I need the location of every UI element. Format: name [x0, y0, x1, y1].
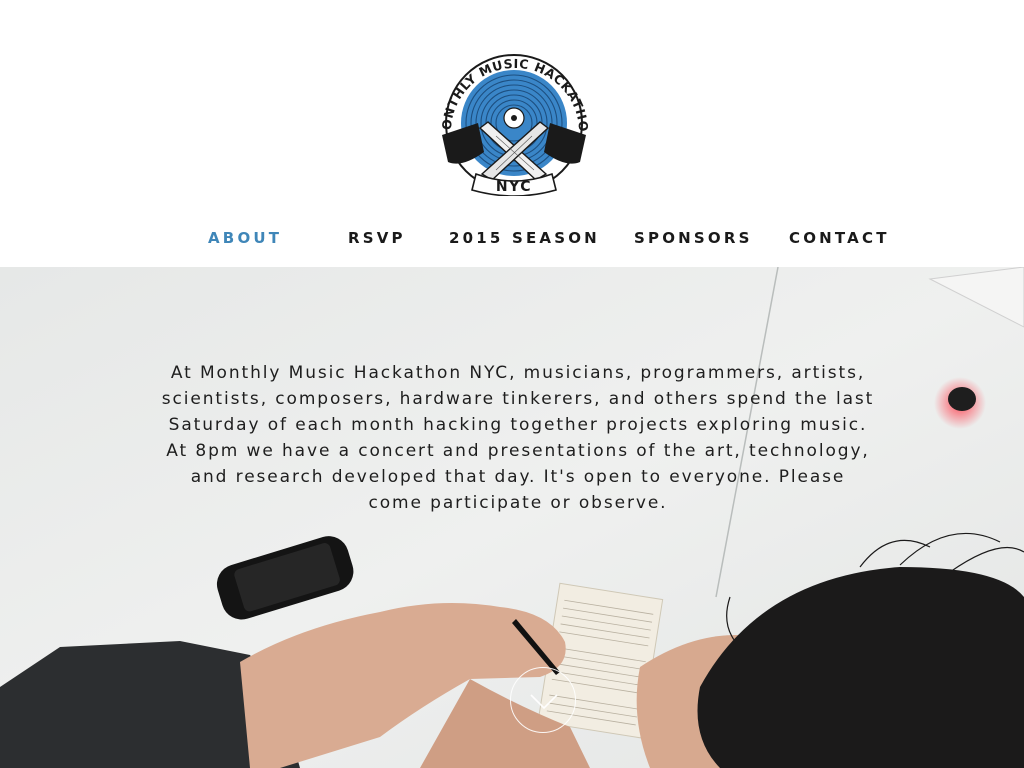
- nav-item-contact[interactable]: CONTACT: [789, 229, 890, 247]
- site-header: NYC MONTHLY MUSIC HACKATHON ABOUT RSVP 2…: [0, 0, 1024, 267]
- main-navigation: ABOUT RSVP 2015 SEASON SPONSORS CONTACT: [0, 229, 1024, 249]
- logo-banner-text: NYC: [496, 179, 532, 195]
- monthly-music-hackathon-logo[interactable]: NYC MONTHLY MUSIC HACKATHON: [438, 40, 590, 196]
- nav-item-sponsors[interactable]: SPONSORS: [634, 229, 753, 247]
- nav-item-2015-season[interactable]: 2015 SEASON: [449, 229, 600, 247]
- scroll-down-button[interactable]: [510, 667, 576, 733]
- nav-item-rsvp[interactable]: RSVP: [348, 229, 406, 247]
- about-intro-text: At Monthly Music Hackathon NYC, musician…: [161, 363, 875, 513]
- chevron-down-icon: [530, 694, 558, 710]
- nav-item-about[interactable]: ABOUT: [208, 229, 282, 247]
- hero-section: At Monthly Music Hackathon NYC, musician…: [0, 267, 1024, 768]
